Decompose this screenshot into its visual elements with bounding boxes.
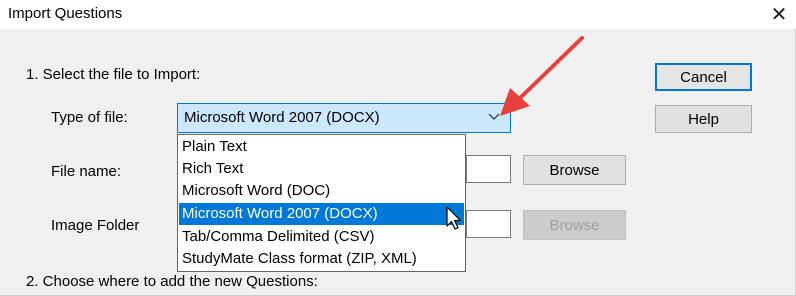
type-of-file-selected-value: Microsoft Word 2007 (DOCX) — [184, 109, 380, 126]
import-questions-dialog: Import Questions ✕ 1. Select the file to… — [0, 0, 796, 296]
type-of-file-label: Type of file: — [51, 109, 128, 126]
type-of-file-dropdown-list: Plain Text Rich Text Microsoft Word (DOC… — [177, 134, 466, 272]
dropdown-option-csv[interactable]: Tab/Comma Delimited (CSV) — [179, 226, 464, 248]
mouse-pointer-icon — [446, 206, 462, 230]
dropdown-option-plain-text[interactable]: Plain Text — [179, 136, 464, 158]
close-button[interactable]: ✕ — [762, 0, 796, 29]
section2-heading: 2. Choose where to add the new Questions… — [26, 273, 318, 290]
title-bar: Import Questions ✕ — [0, 0, 796, 29]
dropdown-option-rich-text[interactable]: Rich Text — [179, 158, 464, 180]
type-of-file-select[interactable]: Microsoft Word 2007 (DOCX) — [177, 103, 511, 133]
image-folder-browse-button: Browse — [523, 210, 626, 240]
red-arrow-annotation — [500, 36, 584, 116]
cancel-button[interactable]: Cancel — [655, 63, 752, 91]
section1-heading: 1. Select the file to Import: — [26, 66, 201, 83]
window-title: Import Questions — [8, 5, 123, 22]
image-folder-label: Image Folder — [51, 217, 140, 234]
dropdown-option-word-docx[interactable]: Microsoft Word 2007 (DOCX) — [179, 203, 464, 225]
file-name-label: File name: — [51, 163, 122, 180]
file-name-input[interactable] — [466, 155, 511, 183]
file-name-browse-button[interactable]: Browse — [523, 155, 626, 185]
close-icon: ✕ — [770, 4, 788, 26]
help-button[interactable]: Help — [655, 105, 752, 133]
dropdown-option-studymate-class[interactable]: StudyMate Class format (ZIP, XML) — [179, 248, 464, 270]
image-folder-input[interactable] — [466, 210, 511, 238]
dropdown-option-word-doc[interactable]: Microsoft Word (DOC) — [179, 180, 464, 202]
